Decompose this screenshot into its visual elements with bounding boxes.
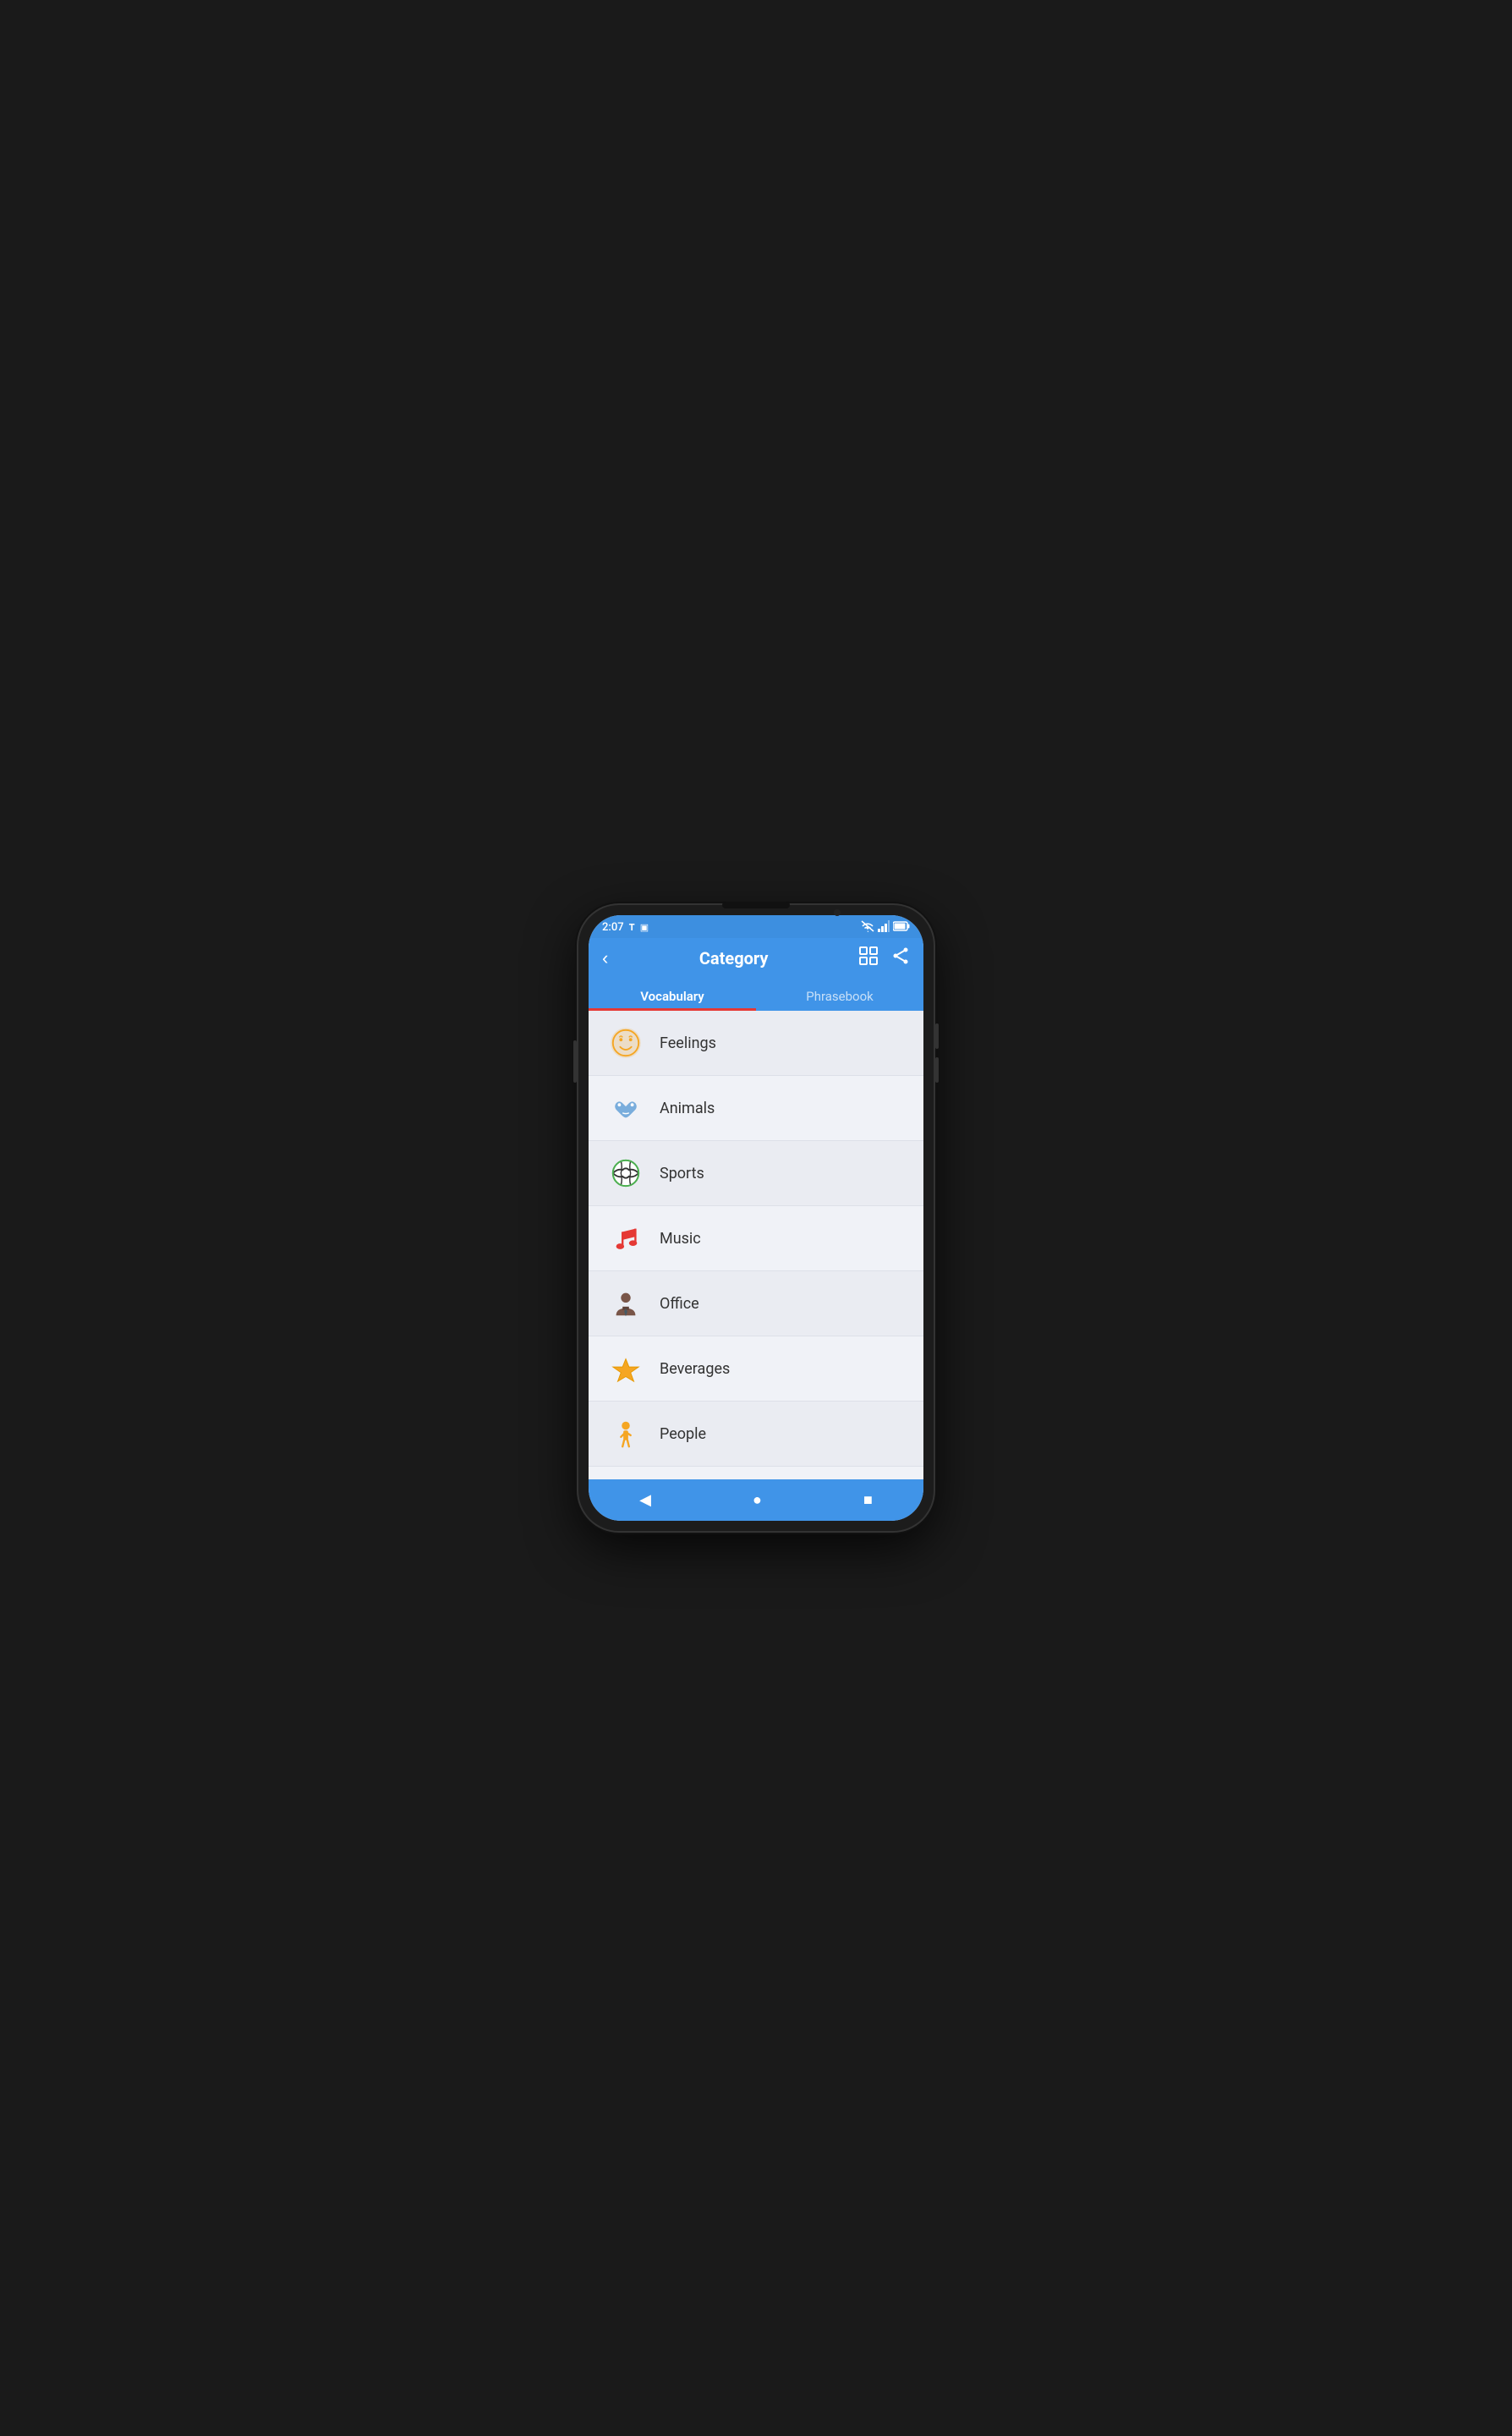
feelings-icon [605,1023,646,1063]
music-icon [605,1218,646,1259]
category-list: Feelings Animals [589,1011,923,1479]
list-item-people[interactable]: People [589,1402,923,1467]
back-button[interactable]: ‹ [602,947,608,969]
speaker [722,902,790,908]
bottom-nav: ◀ ● ■ [589,1479,923,1521]
grid-icon-button[interactable] [859,946,878,970]
office-icon [605,1283,646,1324]
tab-vocabulary[interactable]: Vocabulary [589,979,756,1011]
list-item-time[interactable]: 9 Time [589,1467,923,1479]
list-item-beverages[interactable]: Beverages [589,1336,923,1402]
top-bar: ‹ Category [589,938,923,979]
nav-home-button[interactable]: ● [736,1488,779,1512]
wifi-icon [861,920,874,935]
status-left: 2:07 𝐓 ▣ [602,921,649,934]
list-item-feelings[interactable]: Feelings [589,1011,923,1076]
status-icons [861,920,910,935]
beverages-label: Beverages [660,1360,730,1378]
list-item-sports[interactable]: Sports [589,1141,923,1206]
tabs: Vocabulary Phrasebook [589,979,923,1011]
battery-icon [893,921,910,934]
list-item-animals[interactable]: Animals [589,1076,923,1141]
sports-label: Sports [660,1165,704,1182]
status-time: 2:07 [602,921,624,934]
phone-screen: 2:07 𝐓 ▣ [589,915,923,1521]
signal-icon [878,920,890,935]
list-item-office[interactable]: Office [589,1271,923,1336]
animals-label: Animals [660,1100,715,1117]
animals-icon [605,1088,646,1128]
vol-up-button[interactable] [935,1023,939,1049]
nav-back-button[interactable]: ◀ [622,1488,668,1512]
people-label: People [660,1425,706,1443]
top-bar-actions [859,946,910,970]
page-title: Category [699,948,769,968]
sports-icon [605,1153,646,1193]
phone-shell: 2:07 𝐓 ▣ [578,905,934,1531]
list-item-music[interactable]: Music [589,1206,923,1271]
screen: 2:07 𝐓 ▣ [589,915,923,1521]
feelings-label: Feelings [660,1034,716,1052]
camera [834,909,841,916]
sim-icon: ▣ [640,922,649,933]
vol-down-button[interactable] [935,1057,939,1083]
people-icon [605,1413,646,1454]
share-button[interactable] [891,946,910,970]
tab-phrasebook[interactable]: Phrasebook [756,979,923,1011]
status-bar: 2:07 𝐓 ▣ [589,915,923,938]
office-label: Office [660,1295,699,1313]
power-button[interactable] [573,1040,577,1083]
nav-recent-button[interactable]: ■ [846,1488,890,1512]
beverages-icon [605,1348,646,1389]
text-icon: 𝐓 [629,922,635,934]
music-label: Music [660,1230,701,1248]
